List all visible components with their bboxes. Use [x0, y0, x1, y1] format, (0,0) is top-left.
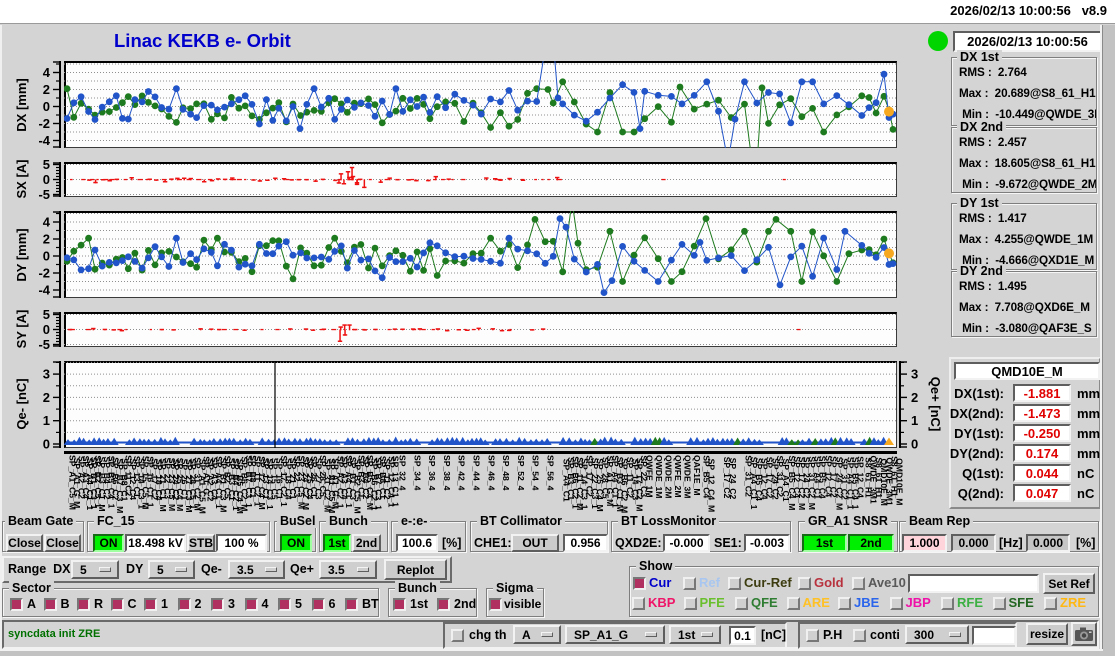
svg-text:3: 3 [43, 367, 50, 382]
svg-text:SP_56_4: SP_56_4 [546, 455, 556, 491]
svg-text:5: 5 [43, 157, 50, 172]
svg-text:SP_54_4: SP_54_4 [531, 455, 541, 491]
svg-text:5: 5 [43, 307, 50, 322]
svg-text:SP_34_4: SP_34_4 [412, 455, 422, 491]
svg-text:QAF1E_M: QAF1E_M [692, 455, 702, 496]
svg-text:0: 0 [43, 172, 50, 187]
svg-text:QWDE_2M: QWDE_2M [664, 455, 674, 498]
svg-text:SP_52_4: SP_52_4 [516, 455, 526, 491]
svg-text:2: 2 [43, 82, 50, 97]
svg-text:2: 2 [43, 390, 50, 405]
svg-text:1: 1 [43, 413, 50, 428]
svg-text:3: 3 [911, 367, 918, 382]
svg-text:SX [A]: SX [A] [14, 160, 29, 199]
svg-text:SP_36_4: SP_36_4 [427, 455, 437, 491]
svg-text:2: 2 [43, 232, 50, 247]
svg-text:2: 2 [911, 390, 918, 405]
svg-text:-5: -5 [38, 337, 50, 352]
svg-text:0: 0 [43, 249, 50, 264]
svg-text:SP_48_4: SP_48_4 [501, 455, 511, 491]
svg-text:SP_38_4: SP_38_4 [442, 455, 452, 491]
svg-text:-5: -5 [38, 187, 50, 202]
svg-text:Qe- [nC]: Qe- [nC] [14, 378, 29, 429]
svg-text:SP_24_C2: SP_24_C2 [728, 458, 738, 500]
svg-text:-4: -4 [38, 133, 50, 148]
svg-text:0: 0 [911, 437, 918, 452]
svg-text:0: 0 [43, 322, 50, 337]
svg-text:0: 0 [43, 437, 50, 452]
svg-text:0: 0 [43, 99, 50, 114]
svg-text:SP_44_4: SP_44_4 [472, 455, 482, 491]
svg-text:SP_46_4: SP_46_4 [486, 455, 496, 491]
svg-text:Qe+ [nC]: Qe+ [nC] [928, 377, 943, 432]
svg-text:-4: -4 [38, 283, 50, 298]
svg-text:4: 4 [43, 215, 51, 230]
svg-text:-2: -2 [38, 266, 50, 281]
svg-text:QWFE_2M: QWFE_2M [673, 455, 683, 498]
svg-text:-2: -2 [38, 116, 50, 131]
svg-text:QWDE_1M: QWDE_1M [654, 455, 664, 498]
svg-text:4: 4 [43, 65, 51, 80]
svg-text:QWDE_3M: QWDE_3M [683, 455, 693, 498]
svg-text:SP_12_C4_M: SP_12_C4_M [706, 459, 716, 513]
svg-text:QWFE_1M: QWFE_1M [645, 455, 655, 498]
svg-text:SY [A]: SY [A] [14, 310, 29, 349]
svg-text:SP_32_4: SP_32_4 [398, 455, 408, 491]
svg-text:DY [mm]: DY [mm] [14, 228, 29, 281]
svg-text:1: 1 [911, 413, 918, 428]
svg-text:QMD10E_M: QMD10E_M [895, 458, 905, 505]
svg-text:DX [mm]: DX [mm] [14, 78, 29, 131]
svg-text:SP_42_4: SP_42_4 [457, 455, 467, 491]
